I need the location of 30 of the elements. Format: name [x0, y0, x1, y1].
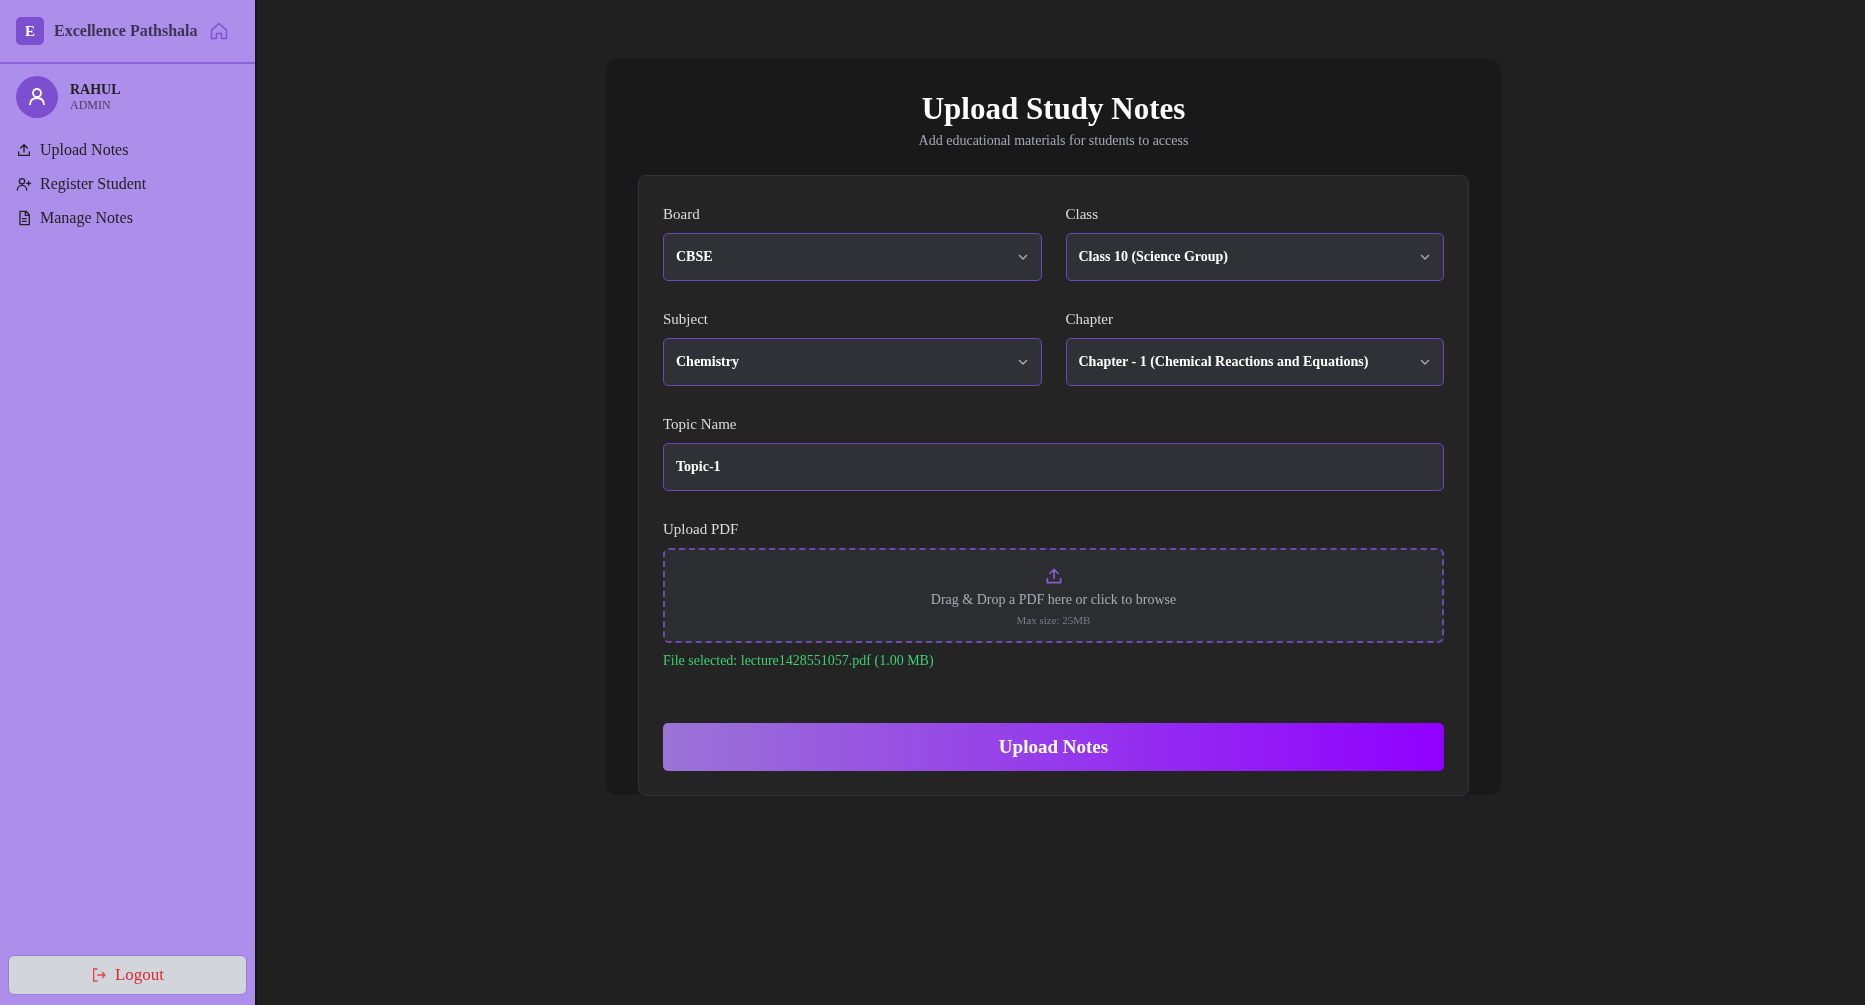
brand-name: Excellence Pathshala — [54, 22, 199, 40]
nav-item[interactable]: Manage Notes — [10, 202, 245, 234]
nav-item[interactable]: Upload Notes — [10, 134, 245, 166]
dropdown[interactable]: CBSE — [663, 233, 1042, 281]
field-label: Topic Name — [663, 416, 738, 433]
field-label: Chapter — [1065, 311, 1114, 328]
dropdown[interactable]: Class 10 (Science Group) — [1065, 233, 1444, 281]
field-label: Subject — [663, 311, 709, 328]
user-role: ADMIN — [70, 97, 112, 113]
logout-icon — [90, 967, 107, 983]
page-title: Upload Study Notes — [921, 91, 1186, 127]
dropdown[interactable]: Chapter - 1 (Chemical Reactions and Equations) — [1065, 338, 1444, 386]
user-plus-icon — [16, 176, 32, 192]
dropdown[interactable]: Chemistry — [663, 338, 1042, 386]
input-field[interactable]: Topic-1 — [663, 443, 1444, 491]
file-status: File selected: lecture1428551057.pdf (1.00 MB) — [663, 653, 935, 669]
user-name: RAHUL — [70, 81, 121, 98]
page-subtitle: Add educational materials for students to access — [918, 133, 1189, 149]
avatar-icon — [16, 76, 58, 118]
document-icon — [16, 210, 32, 226]
upload-icon — [16, 142, 32, 158]
field-label: Board — [663, 206, 701, 223]
field-label: Upload PDF — [663, 521, 740, 538]
home-icon[interactable] — [209, 21, 229, 41]
logout-button[interactable]: Logout — [8, 955, 247, 995]
field-label: Class — [1065, 206, 1099, 223]
file-drop-zone[interactable]: Drag & Drop a PDF here or click to browse Max size: 25MB — [663, 548, 1444, 643]
nav-item[interactable]: Register Student — [10, 168, 245, 200]
upload-button[interactable]: Upload Notes — [663, 723, 1444, 771]
logo-badge: E — [16, 17, 44, 45]
